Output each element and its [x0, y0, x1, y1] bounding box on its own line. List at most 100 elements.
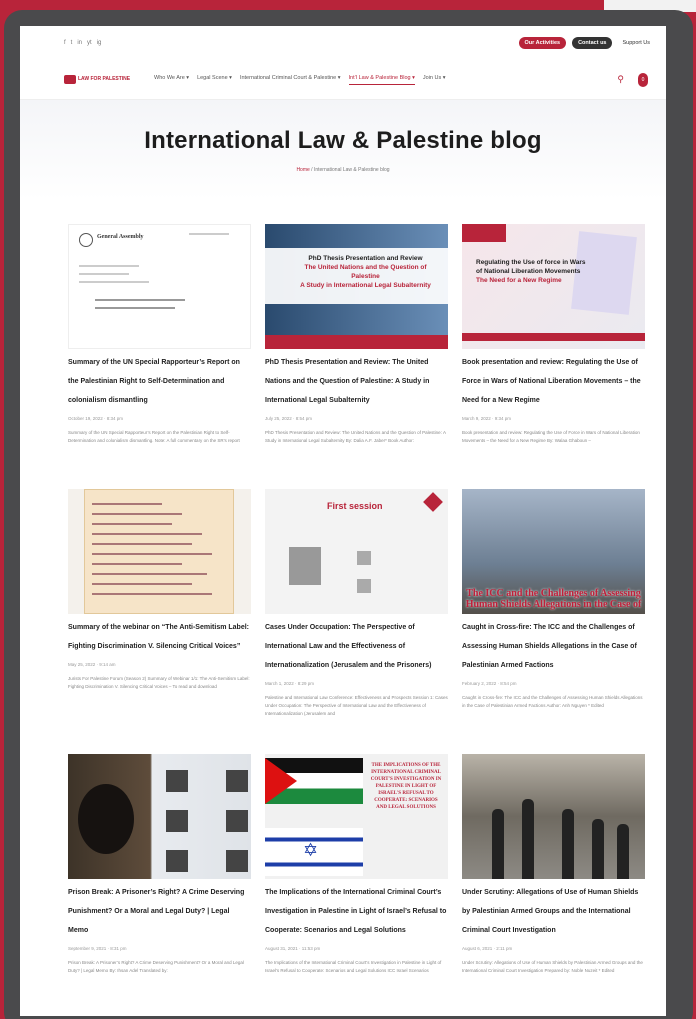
post-thumbnail[interactable]: First session: [265, 489, 448, 614]
page-hero: International Law & Palestine blog Home …: [20, 100, 666, 200]
post-card: General Assembly Summary of the UN Speci…: [68, 224, 251, 489]
post-thumbnail[interactable]: The ICC and the Challenges of Assessing …: [462, 489, 645, 614]
figure-silhouette: [562, 809, 574, 879]
thumb-line: [92, 573, 207, 575]
thumb-line: [189, 233, 229, 235]
nav-item-join-us[interactable]: Join Us ▾: [423, 75, 446, 85]
browser-screen: f t in yt ig Our Activities Contact us S…: [20, 26, 666, 1016]
cart-badge-icon[interactable]: 0: [638, 72, 648, 87]
diamond-icon: [423, 492, 443, 512]
thumb-impl-text: THE IMPLICATIONS OF THE INTERNATIONAL CR…: [370, 763, 442, 810]
post-excerpt: Book presentation and review: Regulating…: [462, 430, 640, 443]
figure-silhouette: [492, 809, 504, 879]
thumb-doc-header: General Assembly: [97, 234, 144, 240]
post-title[interactable]: Prison Break: A Prisoner’s Right? A Crim…: [68, 883, 251, 940]
post-card: Under Scrutiny: Allegations of Use of Hu…: [462, 754, 645, 1016]
nav-item-legal-scene[interactable]: Legal Scene ▾: [197, 75, 232, 85]
breadcrumb-home[interactable]: Home: [296, 167, 309, 173]
post-excerpt: Jurists For Palestine Forum (Season 2) S…: [68, 676, 250, 689]
post-date: August 31, 2021 · 11:53 pm: [265, 946, 321, 951]
post-card: Summary of the webinar on “The Anti-Semi…: [68, 489, 251, 754]
figure-silhouette: [592, 819, 604, 879]
nav-item-blog[interactable]: Int’l Law & Palestine Blog ▾: [348, 75, 415, 85]
post-thumbnail[interactable]: General Assembly: [68, 224, 251, 349]
our-activities-button[interactable]: Our Activities: [518, 37, 567, 49]
post-title[interactable]: Under Scrutiny: Allegations of Use of Hu…: [462, 883, 645, 940]
mugshot: [226, 850, 248, 872]
contact-us-button[interactable]: Contact us: [572, 37, 613, 49]
support-us-link[interactable]: Support Us: [622, 40, 650, 46]
thumb-line: [95, 299, 185, 301]
post-thumbnail[interactable]: Regulating the Use of force in Wars of N…: [462, 224, 645, 349]
thumb-session-title: First session: [327, 501, 383, 511]
post-excerpt: The Implications of the International Cr…: [265, 960, 442, 973]
post-date: May 25, 2022 · 9:14 am: [68, 662, 116, 667]
flag-triangle: [265, 758, 297, 804]
thumb-line: [92, 583, 192, 585]
nav-item-who-we-are[interactable]: Who We Are ▾: [154, 75, 189, 85]
post-thumbnail[interactable]: [68, 489, 251, 614]
thumb-book-line2: The Need for a New Regime: [476, 277, 562, 284]
thumb-line: [95, 307, 175, 309]
thumb-tag: [462, 224, 506, 242]
nav-menu: Who We Are ▾ Legal Scene ▾ International…: [154, 75, 617, 85]
thumb-title-text: PhD Thesis Presentation and Review The U…: [293, 254, 438, 290]
post-thumbnail[interactable]: PhD Thesis Presentation and Review The U…: [265, 224, 448, 349]
thumb-icc-text: The ICC and the Challenges of Assessing …: [465, 588, 642, 610]
post-title[interactable]: PhD Thesis Presentation and Review: The …: [265, 353, 448, 410]
breadcrumb: Home / International Law & Palestine blo…: [296, 167, 389, 173]
post-card: First session Cases Under Occupation: Th…: [265, 489, 448, 754]
thumb-sheet: [84, 489, 234, 614]
star-of-david-icon: ✡: [303, 840, 319, 860]
main-navigation: LAW FOR PALESTINE Who We Are ▾ Legal Sce…: [20, 60, 666, 100]
post-date: July 25, 2022 · 8:54 pm: [265, 416, 313, 421]
thumb-bar: [265, 335, 448, 349]
search-icon[interactable]: ⚲: [617, 74, 624, 85]
mugshot: [166, 810, 188, 832]
nav-item-icc-palestine[interactable]: International Criminal Court & Palestine…: [240, 75, 341, 85]
mugshot: [226, 810, 248, 832]
social-links: f t in yt ig: [64, 40, 101, 46]
mugshot: [166, 770, 188, 792]
figure-silhouette: [617, 824, 629, 879]
twitter-icon[interactable]: t: [71, 40, 73, 46]
nav-icons: ⚲ 0: [617, 72, 648, 87]
post-thumbnail[interactable]: ✡ THE IMPLICATIONS OF THE INTERNATIONAL …: [265, 754, 448, 879]
post-title[interactable]: The Implications of the International Cr…: [265, 883, 448, 940]
post-date: October 19, 2022 · 8:34 pm: [68, 416, 124, 421]
posts-grid: General Assembly Summary of the UN Speci…: [20, 200, 666, 1016]
youtube-icon[interactable]: yt: [87, 40, 92, 46]
mugshot: [166, 850, 188, 872]
post-title[interactable]: Caught in Cross-fire: The ICC and the Ch…: [462, 618, 645, 675]
post-title[interactable]: Summary of the webinar on “The Anti-Semi…: [68, 618, 251, 656]
instagram-icon[interactable]: ig: [97, 40, 102, 46]
utility-bar: f t in yt ig Our Activities Contact us S…: [20, 26, 666, 60]
speaker-photo: [357, 579, 371, 593]
breadcrumb-current: / International Law & Palestine blog: [309, 167, 390, 173]
site-logo[interactable]: LAW FOR PALESTINE: [64, 75, 154, 84]
thumb-line: [92, 523, 172, 525]
thumb-book-line1: Regulating the Use of force in Wars of N…: [476, 259, 586, 275]
post-thumbnail[interactable]: [462, 754, 645, 879]
post-title[interactable]: Summary of the UN Special Rapporteur’s R…: [68, 353, 251, 410]
post-card: The ICC and the Challenges of Assessing …: [462, 489, 645, 754]
post-excerpt: Caught in Cross-fire: The ICC and the Ch…: [462, 695, 643, 708]
thumb-study: A Study in International Legal Subaltern…: [300, 282, 431, 289]
thumb-line: [92, 533, 202, 535]
post-date: August 6, 2021 · 2:11 pm: [462, 946, 513, 951]
logo-text: LAW FOR PALESTINE: [78, 76, 131, 82]
facebook-icon[interactable]: f: [64, 40, 66, 46]
mugshot: [226, 770, 248, 792]
post-excerpt: Summary of the UN Special Rapporteur’s R…: [68, 430, 240, 443]
post-excerpt: Prison Break: A Prisoner’s Right? A Crim…: [68, 960, 244, 973]
speaker-photo: [289, 547, 321, 585]
post-title[interactable]: Book presentation and review: Regulating…: [462, 353, 645, 410]
post-date: March 1, 2022 · 8:29 pm: [265, 681, 315, 686]
thumb-line: [79, 281, 149, 283]
post-card: Prison Break: A Prisoner’s Right? A Crim…: [68, 754, 251, 1016]
thumb-line: [92, 563, 182, 565]
post-title[interactable]: Cases Under Occupation: The Perspective …: [265, 618, 448, 675]
linkedin-icon[interactable]: in: [77, 40, 82, 46]
post-thumbnail[interactable]: [68, 754, 251, 879]
post-excerpt: PhD Thesis Presentation and Review: The …: [265, 430, 446, 443]
